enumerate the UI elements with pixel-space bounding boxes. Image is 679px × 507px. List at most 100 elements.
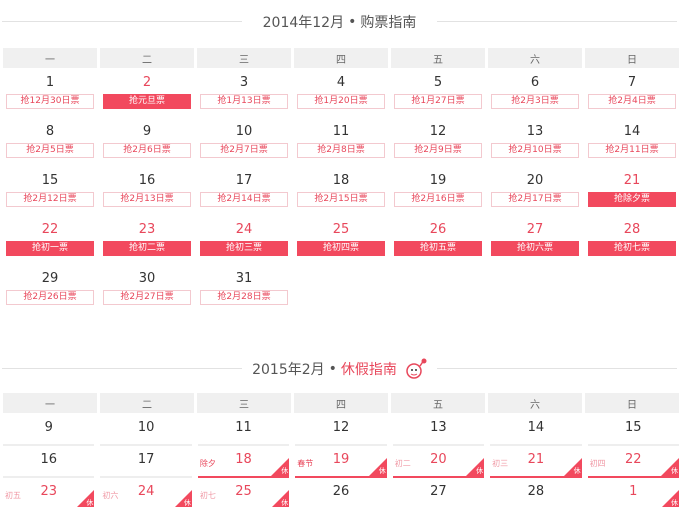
- ticket-tag[interactable]: 抢初一票: [6, 241, 94, 256]
- calendar-day-cell[interactable]: 13: [392, 414, 485, 446]
- calendar-day-cell[interactable]: 24 初六休: [100, 478, 192, 507]
- calendar-day-cell[interactable]: 9: [3, 414, 95, 446]
- calendar-day-cell[interactable]: 19 春节休: [295, 446, 387, 478]
- calendar-day-cell[interactable]: 28: [490, 478, 581, 507]
- ticket-tag[interactable]: 抢1月20日票: [297, 94, 385, 109]
- ticket-tag[interactable]: 抢2月5日票: [6, 143, 94, 158]
- calendar-day-cell[interactable]: 23 抢初二票: [100, 219, 194, 268]
- calendar-day-cell[interactable]: 25 初七休: [198, 478, 290, 507]
- calendar-day-cell[interactable]: 22 初四休: [587, 446, 679, 478]
- ticket-tag[interactable]: 抢2月28日票: [200, 290, 288, 305]
- ticket-tag[interactable]: 抢元旦票: [103, 94, 191, 109]
- title-divider-right: [437, 21, 677, 22]
- ticket-tag[interactable]: 抢2月26日票: [6, 290, 94, 305]
- day-number: 16: [40, 452, 57, 467]
- calendar-day-cell[interactable]: 13 抢2月10日票: [488, 121, 582, 170]
- calendar-day-cell[interactable]: 22 抢初一票: [3, 219, 97, 268]
- ticket-tag[interactable]: 抢2月10日票: [491, 143, 579, 158]
- calendar-day-cell[interactable]: 27: [393, 478, 484, 507]
- calendar-day-cell[interactable]: 16 抢2月13日票: [100, 170, 194, 219]
- ticket-tag[interactable]: 抢2月17日票: [491, 192, 579, 207]
- calendar-day-cell[interactable]: 15: [587, 414, 679, 446]
- ticket-tag[interactable]: 抢初二票: [103, 241, 191, 256]
- ticket-tag[interactable]: 抢2月15日票: [297, 192, 385, 207]
- calendar-day-cell[interactable]: 17 抢2月14日票: [197, 170, 291, 219]
- calendar-day-cell[interactable]: 1 抢12月30日票: [3, 72, 97, 121]
- calendar-day-cell[interactable]: 4 抢1月20日票: [294, 72, 388, 121]
- ticket-tag[interactable]: 抢2月27日票: [103, 290, 191, 305]
- calendar-day-cell[interactable]: 3 抢1月13日票: [197, 72, 291, 121]
- weekday-fri: 五: [391, 393, 485, 413]
- calendar-day-cell[interactable]: 26: [295, 478, 386, 507]
- calendar-day-cell[interactable]: 28 抢初七票: [585, 219, 679, 268]
- ticket-tag[interactable]: 抢2月8日票: [297, 143, 385, 158]
- day-number: 14: [527, 420, 545, 435]
- holiday-flag-label: 休: [86, 499, 94, 507]
- calendar-day-cell[interactable]: 12 抢2月9日票: [391, 121, 485, 170]
- calendar-day-cell[interactable]: 23 初五休: [3, 478, 95, 507]
- weekday-wed: 三: [197, 393, 291, 413]
- ticket-tag[interactable]: 抢1月13日票: [200, 94, 288, 109]
- ticket-tag[interactable]: 抢2月11日票: [588, 143, 676, 158]
- ticket-tag[interactable]: 抢12月30日票: [6, 94, 94, 109]
- day-number: 12: [429, 124, 447, 139]
- title-divider-right: [437, 368, 677, 369]
- calendar-day-cell[interactable]: 17: [100, 446, 192, 478]
- calendar-day-cell[interactable]: 18 抢2月15日票: [294, 170, 388, 219]
- calendar-day-cell[interactable]: 1休: [588, 478, 679, 507]
- calendar-day-cell[interactable]: 2 抢元旦票: [100, 72, 194, 121]
- weekday-sun: 日: [585, 48, 679, 68]
- calendar-day-cell[interactable]: 9 抢2月6日票: [100, 121, 194, 170]
- calendar-day-cell[interactable]: 16: [3, 446, 95, 478]
- calendar-day-cell[interactable]: 5 抢1月27日票: [391, 72, 485, 121]
- calendar-day-cell[interactable]: 7 抢2月4日票: [585, 72, 679, 121]
- calendar-day-cell[interactable]: 11 抢2月8日票: [294, 121, 388, 170]
- ticket-tag[interactable]: 抢初三票: [200, 241, 288, 256]
- calendar-day-cell[interactable]: 29 抢2月26日票: [3, 268, 97, 317]
- calendar-day-cell[interactable]: 6 抢2月3日票: [488, 72, 582, 121]
- calendar-day-cell[interactable]: 30 抢2月27日票: [100, 268, 194, 317]
- ticket-tag[interactable]: 抢除夕票: [588, 192, 676, 207]
- calendar-day-cell[interactable]: 27 抢初六票: [488, 219, 582, 268]
- ticket-tag[interactable]: 抢2月4日票: [588, 94, 676, 109]
- ticket-tag[interactable]: 抢2月7日票: [200, 143, 288, 158]
- day-number: 15: [41, 173, 59, 188]
- calendar-day-cell[interactable]: 24 抢初三票: [197, 219, 291, 268]
- calendar-day-cell[interactable]: 10: [100, 414, 192, 446]
- ticket-tag[interactable]: 抢2月9日票: [394, 143, 482, 158]
- day-number: 24: [235, 222, 253, 237]
- ticket-tag[interactable]: 抢2月12日票: [6, 192, 94, 207]
- calendar-day-cell[interactable]: 8 抢2月5日票: [3, 121, 97, 170]
- calendar-day-cell[interactable]: 20 抢2月17日票: [488, 170, 582, 219]
- ticket-tag[interactable]: 抢2月16日票: [394, 192, 482, 207]
- calendar-day-cell[interactable]: 31 抢2月28日票: [197, 268, 291, 317]
- calendar-day-cell[interactable]: 14: [490, 414, 582, 446]
- calendar-day-cell[interactable]: 10 抢2月7日票: [197, 121, 291, 170]
- ticket-tag[interactable]: 抢1月27日票: [394, 94, 482, 109]
- calendar-day-cell[interactable]: 21 初三休: [490, 446, 582, 478]
- calendar-day-cell[interactable]: 12: [295, 414, 387, 446]
- ticket-tag[interactable]: 抢初七票: [588, 241, 676, 256]
- december-section-title: 2014年12月 • 购票指南: [0, 10, 679, 34]
- day-number: 15: [625, 420, 642, 435]
- calendar-day-cell[interactable]: 11: [197, 414, 290, 446]
- ticket-tag[interactable]: 抢初五票: [394, 241, 482, 256]
- ticket-tag[interactable]: 抢2月13日票: [103, 192, 191, 207]
- december-weekday-header: 一 二 三 四 五 六 日: [3, 48, 679, 68]
- calendar-day-cell[interactable]: 20 初二休: [392, 446, 485, 478]
- calendar-day-cell[interactable]: 25 抢初四票: [294, 219, 388, 268]
- holiday-flag-label: 休: [671, 499, 678, 507]
- calendar-day-cell[interactable]: 19 抢2月16日票: [391, 170, 485, 219]
- holiday-flag-label: 休: [671, 467, 678, 475]
- calendar-day-cell[interactable]: 26 抢初五票: [391, 219, 485, 268]
- ticket-tag[interactable]: 抢2月14日票: [200, 192, 288, 207]
- calendar-day-cell[interactable]: 14 抢2月11日票: [585, 121, 679, 170]
- ticket-tag[interactable]: 抢2月3日票: [491, 94, 579, 109]
- ticket-tag[interactable]: 抢初四票: [297, 241, 385, 256]
- ticket-tag[interactable]: 抢2月6日票: [103, 143, 191, 158]
- ticket-tag[interactable]: 抢初六票: [491, 241, 579, 256]
- calendar-day-cell[interactable]: 15 抢2月12日票: [3, 170, 97, 219]
- weekday-mon: 一: [3, 48, 97, 68]
- calendar-day-cell[interactable]: 21 抢除夕票: [585, 170, 679, 219]
- calendar-day-cell[interactable]: 18 除夕休: [197, 446, 290, 478]
